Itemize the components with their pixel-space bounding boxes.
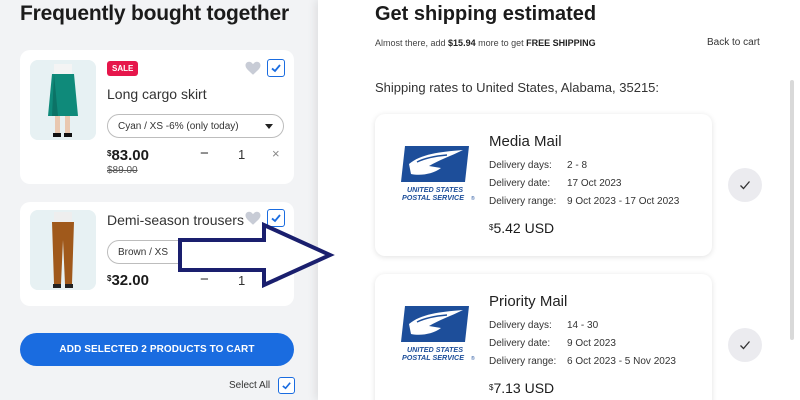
shipping-rate-card[interactable]: UNITED STATES POSTAL SERVICE ® Priority …	[375, 274, 712, 400]
shipping-rate-card[interactable]: UNITED STATES POSTAL SERVICE ® Media Mai…	[375, 114, 712, 256]
price-value: 83.00	[111, 147, 149, 164]
panel-title: Frequently bought together	[20, 2, 289, 25]
delivery-date-label: Delivery date:	[489, 338, 551, 349]
delivery-days-label: Delivery days:	[489, 320, 552, 331]
usps-logo-reg: ®	[471, 355, 475, 362]
delivery-date-row: Delivery date: 17 Oct 2023	[489, 178, 621, 189]
usps-logo-reg: ®	[471, 195, 475, 202]
product-card: SALE Long cargo skirt Cyan / XS -6% (onl…	[20, 50, 294, 184]
checkmark-icon	[271, 64, 281, 73]
select-all-label[interactable]: Select All	[229, 380, 270, 391]
back-to-cart-link[interactable]: Back to cart	[707, 37, 760, 48]
product-image[interactable]	[30, 60, 96, 140]
variant-value: Brown / XS	[118, 246, 169, 258]
shipping-price: $5.42 USD	[489, 220, 554, 236]
qty-decrease-button[interactable]: −	[200, 145, 209, 162]
note-free: FREE SHIPPING	[526, 38, 596, 48]
add-selected-to-cart-button[interactable]: ADD SELECTED 2 PRODUCTS TO CART	[20, 333, 294, 366]
frequently-bought-panel: Frequently bought together SALE Long car…	[0, 0, 318, 400]
select-rate-button[interactable]	[728, 328, 762, 362]
product-image[interactable]	[30, 210, 96, 290]
usps-eagle-logo: UNITED STATES POSTAL SERVICE ®	[401, 146, 475, 202]
note-middle: more to get	[475, 38, 527, 48]
delivery-range-row: Delivery range: 9 Oct 2023 - 17 Oct 2023	[489, 196, 679, 207]
delivery-days-value: 2 - 8	[567, 160, 588, 171]
delivery-days-row: Delivery days: 14 - 30	[489, 320, 598, 331]
delivery-date-label: Delivery date:	[489, 178, 551, 189]
delivery-range-label: Delivery range:	[489, 196, 557, 207]
scrollbar[interactable]	[790, 80, 794, 340]
product-select-checkbox[interactable]	[267, 59, 285, 77]
price-value: 32.00	[111, 272, 149, 289]
right-arrow	[178, 222, 335, 288]
product-price: $83.00	[107, 147, 149, 164]
note-amount: $15.94	[448, 38, 476, 48]
checkmark-icon	[740, 181, 750, 190]
remove-button[interactable]: ×	[272, 146, 280, 161]
checkmark-icon	[282, 382, 291, 390]
heart-icon[interactable]	[244, 59, 262, 77]
delivery-date-value: 17 Oct 2023	[567, 178, 622, 189]
delivery-days-row: Delivery days: 2 - 8	[489, 160, 587, 171]
shipping-rates-heading: Shipping rates to United States, Alabama…	[375, 80, 660, 95]
delivery-days-label: Delivery days:	[489, 160, 552, 171]
variant-value: Cyan / XS -6% (only today)	[118, 120, 239, 132]
delivery-date-row: Delivery date: 9 Oct 2023	[489, 338, 616, 349]
delivery-range-row: Delivery range: 6 Oct 2023 - 5 Nov 2023	[489, 356, 676, 367]
select-rate-button[interactable]	[728, 168, 762, 202]
qty-value: 1	[238, 147, 246, 162]
sale-badge: SALE	[107, 61, 139, 76]
delivery-date-value: 9 Oct 2023	[567, 338, 616, 349]
variant-select[interactable]: Cyan / XS -6% (only today)	[107, 114, 284, 138]
checkmark-icon	[740, 341, 750, 350]
select-all-checkbox[interactable]	[278, 377, 295, 394]
delivery-range-value: 6 Oct 2023 - 5 Nov 2023	[567, 356, 676, 367]
free-shipping-note: Almost there, add $15.94 more to get FRE…	[375, 38, 596, 48]
shipping-price: $7.13 USD	[489, 380, 554, 396]
product-price: $32.00	[107, 272, 149, 289]
product-name[interactable]: Long cargo skirt	[107, 86, 207, 102]
usps-eagle-logo: UNITED STATES POSTAL SERVICE ®	[401, 306, 475, 362]
usps-logo-line2: POSTAL SERVICE	[402, 353, 464, 362]
note-prefix: Almost there, add	[375, 38, 449, 48]
shipping-method-name: Media Mail	[489, 133, 562, 150]
shipping-method-name: Priority Mail	[489, 293, 568, 310]
old-price: $89.00	[107, 165, 138, 176]
delivery-range-label: Delivery range:	[489, 356, 557, 367]
delivery-range-value: 9 Oct 2023 - 17 Oct 2023	[567, 196, 680, 207]
caret-down-icon	[265, 123, 273, 129]
usps-logo-line2: POSTAL SERVICE	[402, 193, 464, 202]
delivery-days-value: 14 - 30	[567, 320, 599, 331]
panel-title: Get shipping estimated	[375, 3, 597, 25]
price-value: 5.42 USD	[493, 220, 555, 236]
price-value: 7.13 USD	[493, 380, 555, 396]
